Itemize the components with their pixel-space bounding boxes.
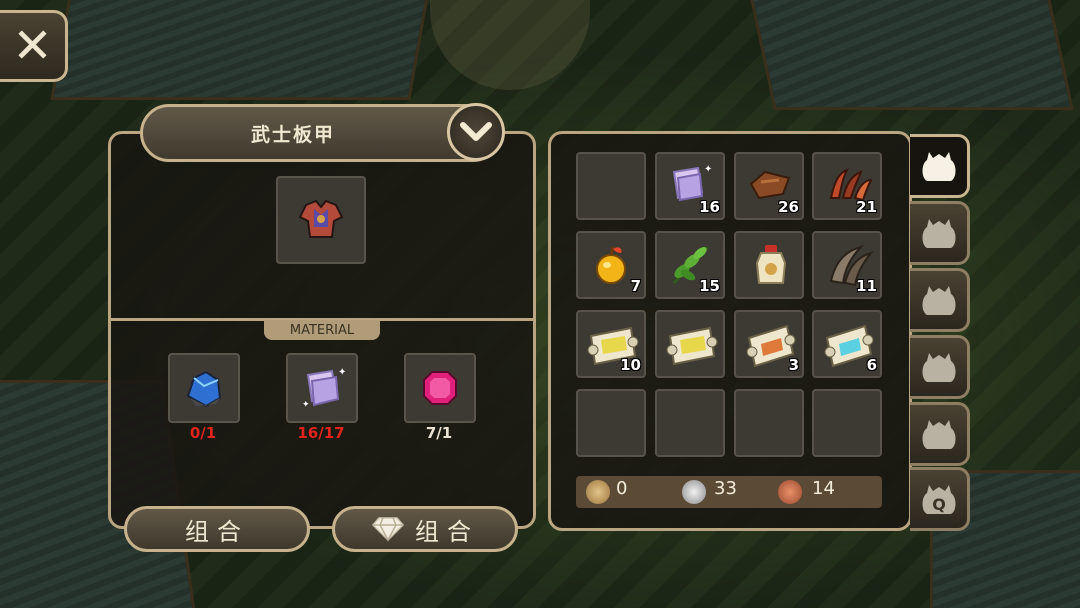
- bag-tab[interactable]: [910, 268, 970, 332]
- bag-icon: [922, 152, 955, 181]
- inventory-slot[interactable]: 7: [576, 231, 646, 299]
- bag-tab[interactable]: [910, 134, 970, 198]
- material-count: 7/1: [425, 424, 453, 442]
- currency-bar: 0 33 14: [576, 476, 882, 508]
- background-roof: [50, 0, 430, 100]
- close-button[interactable]: ✕: [0, 10, 68, 82]
- inventory-slot[interactable]: 3: [734, 310, 804, 378]
- inventory-slot[interactable]: 15: [655, 231, 725, 299]
- svg-text:✦: ✦: [704, 164, 712, 175]
- item-quantity: 26: [778, 198, 799, 216]
- inventory-slot[interactable]: 11: [812, 231, 882, 299]
- item-quantity: 16: [699, 198, 720, 216]
- item-quantity: 6: [866, 356, 877, 374]
- background-path: [430, 0, 590, 90]
- ruby-gem-icon: [423, 371, 457, 405]
- item-quantity: 3: [788, 356, 799, 374]
- inventory-slot[interactable]: [655, 310, 725, 378]
- inventory-slot-empty[interactable]: [576, 152, 646, 220]
- inventory-slot[interactable]: [734, 231, 804, 299]
- inventory-slot[interactable]: 6: [812, 310, 882, 378]
- copper-amount: 14: [812, 478, 835, 499]
- item-quantity: 7: [630, 277, 641, 295]
- close-icon: ✕: [12, 18, 53, 74]
- item-quantity: 21: [856, 198, 877, 216]
- bag-tab[interactable]: Q: [910, 467, 970, 531]
- diamond-icon: [371, 517, 405, 542]
- recipe-selector[interactable]: 武士板甲: [140, 103, 505, 162]
- inventory-slot-empty[interactable]: [734, 389, 804, 457]
- gold-coin-icon: [586, 480, 610, 504]
- bag-icon: [922, 219, 955, 248]
- inventory-slot[interactable]: ✦ 16: [655, 152, 725, 220]
- blue-ore-icon: [186, 370, 222, 408]
- bag-icon: [922, 420, 955, 449]
- bag-tab[interactable]: [910, 201, 970, 265]
- material-label: MATERIAL: [264, 320, 380, 340]
- recipe-title: 武士板甲: [250, 123, 335, 146]
- material-count: 16/17: [297, 424, 345, 442]
- inventory-slot-empty[interactable]: [655, 389, 725, 457]
- material-slot[interactable]: [404, 353, 476, 423]
- silver-coin-icon: [682, 480, 706, 504]
- combine-button[interactable]: 组合: [124, 506, 310, 552]
- background-roof: [746, 0, 1074, 110]
- quest-bag-icon: Q: [922, 485, 955, 514]
- gem-combine-button[interactable]: 组合: [332, 506, 518, 552]
- bag-icon: [922, 353, 955, 382]
- inventory-slot-empty[interactable]: [812, 389, 882, 457]
- combine-label: 组合: [185, 517, 249, 546]
- svg-text:✦: ✦: [302, 400, 310, 410]
- item-quantity: 11: [856, 277, 877, 295]
- silver-amount: 33: [714, 478, 737, 499]
- potion-jar-icon: [736, 233, 802, 297]
- inventory-slot[interactable]: 10: [576, 310, 646, 378]
- material-slot[interactable]: ✦ ✦: [286, 353, 358, 423]
- svg-text:Q: Q: [932, 495, 946, 514]
- inventory-slot[interactable]: 21: [812, 152, 882, 220]
- material-count: 0/1: [189, 424, 217, 442]
- gem-combine-label: 组合: [415, 517, 479, 546]
- inventory-slot[interactable]: 26: [734, 152, 804, 220]
- bag-tab[interactable]: [910, 402, 970, 466]
- chevron-down-icon: [460, 122, 492, 141]
- item-quantity: 10: [620, 356, 641, 374]
- armor-icon: [298, 199, 344, 238]
- bag-icon: [922, 286, 955, 315]
- recipe-dropdown-button[interactable]: [447, 103, 505, 161]
- craft-result-slot[interactable]: [276, 176, 366, 264]
- item-quantity: 15: [699, 277, 720, 295]
- magic-paper-icon: ✦ ✦: [302, 367, 346, 410]
- material-slot[interactable]: [168, 353, 240, 423]
- gold-amount: 0: [616, 478, 628, 499]
- svg-text:✦: ✦: [338, 367, 346, 378]
- bag-tab[interactable]: [910, 335, 970, 399]
- copper-coin-icon: [778, 480, 802, 504]
- inventory-slot-empty[interactable]: [576, 389, 646, 457]
- scroll-yellow-icon: [657, 312, 723, 376]
